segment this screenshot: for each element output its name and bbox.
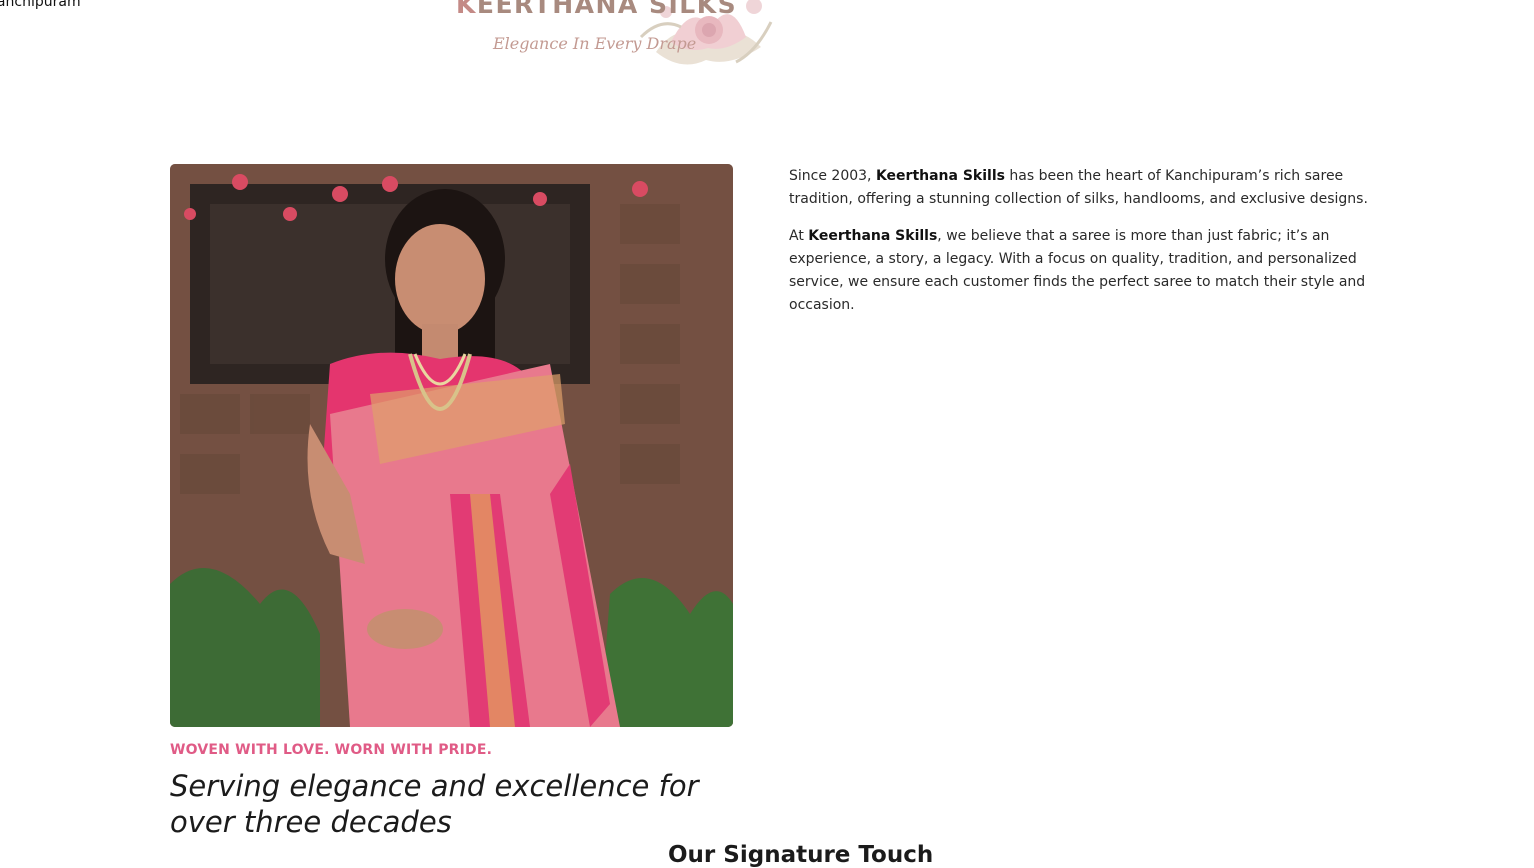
- about-p2-brand: Keerthana Skills: [808, 228, 938, 244]
- about-text: Since 2003, Keerthana Skills has been th…: [789, 165, 1389, 331]
- about-p2-before: At: [789, 228, 809, 244]
- brand-logo[interactable]: KEERTHANA SILKS Elegance In Every Drape: [456, 0, 776, 74]
- section-title: Our Signature Touch: [668, 842, 934, 868]
- brand-initial: K: [456, 0, 477, 19]
- brand-name: KEERTHANA SILKS: [456, 0, 737, 19]
- brand-tagline: Elegance In Every Drape: [493, 34, 697, 53]
- saree-model-illustration: [170, 164, 733, 727]
- intro-eyebrow: WOVEN WITH LOVE. WORN WITH PRIDE.: [170, 742, 493, 758]
- about-p1-brand: Keerthana Skills: [875, 168, 1005, 184]
- brand-name-rest: EERTHANA SILKS: [476, 0, 738, 19]
- hero-image: [170, 164, 733, 727]
- intro-headline: Serving elegance and excellence for over…: [170, 769, 699, 839]
- about-p1-before: Since 2003,: [789, 168, 876, 184]
- about-paragraph-1: Since 2003, Keerthana Skills has been th…: [789, 165, 1389, 211]
- location-text: Kanchipuram: [0, 0, 81, 10]
- about-paragraph-2: At Keerthana Skills, we believe that a s…: [789, 225, 1389, 317]
